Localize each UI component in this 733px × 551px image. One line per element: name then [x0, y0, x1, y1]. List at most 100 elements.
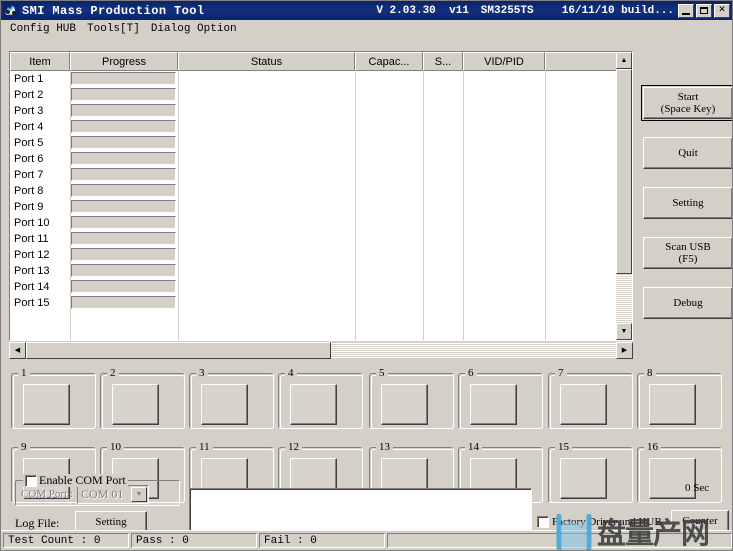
cell-item: Port 15 [14, 297, 50, 309]
port-slot-indicator[interactable] [23, 384, 70, 425]
column-header-item[interactable]: Item [10, 52, 70, 71]
cell-item: Port 3 [14, 105, 44, 117]
debug-button[interactable]: Debug [643, 287, 732, 319]
list-vertical-scrollbar[interactable]: ▲ ▼ [616, 52, 632, 340]
column-header-blank[interactable] [545, 52, 617, 71]
factory-driver-row[interactable]: Factory Driver and HUB [537, 516, 662, 528]
cell-item: Port 4 [14, 121, 44, 133]
port-slot-3: 3 [189, 367, 274, 429]
status-test-count: Test Count : 0 [3, 533, 129, 548]
start-button[interactable]: Start (Space Key) [641, 85, 732, 121]
setting-button-label: Setting [672, 197, 704, 209]
column-header-status[interactable]: Status [178, 52, 355, 71]
port-slot-indicator[interactable] [560, 458, 607, 499]
table-row[interactable]: Port 10 [10, 215, 617, 231]
table-row[interactable]: Port 13 [10, 263, 617, 279]
table-row[interactable]: Port 15 [10, 295, 617, 311]
port-slot-15: 15 [548, 441, 633, 503]
port-list-view[interactable]: Item Progress Status Capac... S... VID/PID Po… [9, 51, 633, 341]
close-icon[interactable]: ✕ [714, 3, 730, 18]
horizontal-scrollbar-thumb[interactable] [26, 342, 331, 359]
enable-com-port-row[interactable]: Enable COM Port [23, 473, 128, 487]
menu-item-tools-label: Tools[T] [87, 23, 140, 35]
table-row[interactable]: Port 6 [10, 151, 617, 167]
chevron-down-icon[interactable]: ▼ [131, 487, 147, 502]
window-build-date: 16/11/10 build [561, 4, 655, 17]
port-slot-indicator[interactable] [290, 384, 337, 425]
cell-progress [70, 247, 178, 263]
column-header-progress[interactable]: Progress [70, 52, 178, 71]
column-header-capac[interactable]: Capac... [355, 52, 423, 71]
log-file-setting-button-label: Setting [95, 515, 127, 528]
port-slot-indicator[interactable] [649, 384, 696, 425]
port-slot-16: 16 [637, 441, 722, 503]
maximize-button[interactable] [696, 3, 712, 18]
counter-button[interactable]: Counter [671, 510, 729, 532]
table-row[interactable]: Port 1 [10, 71, 617, 87]
port-slot-label: 2 [107, 367, 119, 379]
vertical-scrollbar-thumb[interactable] [616, 69, 632, 274]
enable-com-port-checkbox[interactable] [25, 474, 37, 487]
table-row[interactable]: Port 5 [10, 135, 617, 151]
cell-item: Port 12 [14, 249, 50, 261]
menu-item-tools[interactable]: Tools[T] [83, 22, 147, 36]
table-row[interactable]: Port 8 [10, 183, 617, 199]
quit-button[interactable]: Quit [643, 137, 732, 169]
table-row[interactable]: Port 4 [10, 119, 617, 135]
port-slot-indicator[interactable] [201, 384, 248, 425]
scroll-up-icon[interactable]: ▲ [616, 52, 632, 69]
list-horizontal-scrollbar[interactable]: ◀ ▶ [9, 342, 633, 359]
main-surface: Item Progress Status Capac... S... VID/PID Po… [1, 38, 732, 550]
scan-usb-button[interactable]: Scan USB (F5) [643, 237, 732, 269]
scroll-left-icon[interactable]: ◀ [9, 342, 26, 359]
title-overflow-dots: ... [654, 4, 674, 17]
port-slot-indicator[interactable] [112, 384, 159, 425]
port-slot-indicator[interactable] [470, 384, 517, 425]
grid-line [70, 71, 71, 340]
progress-bar [71, 120, 176, 133]
port-slot-label: 3 [196, 367, 208, 379]
cell-status [178, 263, 617, 279]
cell-progress [70, 183, 178, 199]
port-slot-indicator[interactable] [560, 384, 607, 425]
table-row[interactable]: Port 12 [10, 247, 617, 263]
cell-status [178, 71, 617, 87]
cell-status [178, 247, 617, 263]
progress-bar [71, 184, 176, 197]
port-list-rows[interactable]: Port 1 Port 2 Port 3 Port 4 Port 5 Port 6 Port… [10, 71, 617, 340]
grid-line [545, 71, 546, 340]
scroll-down-icon[interactable]: ▼ [616, 323, 632, 340]
column-header-vid-pid[interactable]: VID/PID [463, 52, 545, 71]
table-row[interactable]: Port 2 [10, 87, 617, 103]
port-slot-indicator[interactable] [381, 384, 428, 425]
cell-item: Port 7 [14, 169, 44, 181]
log-file-setting-button[interactable]: Setting [75, 511, 147, 532]
title-bar[interactable]: SMI Mass Production Tool V 2.03.30 v11 S… [1, 1, 732, 20]
minimize-button[interactable] [678, 3, 694, 18]
port-list-inner: Item Progress Status Capac... S... VID/PID Po… [10, 52, 632, 340]
scroll-right-icon[interactable]: ▶ [616, 342, 633, 359]
table-row[interactable]: Port 7 [10, 167, 617, 183]
status-bar: Test Count : 0 Pass : 0 Fail : 0 [1, 530, 732, 550]
table-row[interactable]: Port 11 [10, 231, 617, 247]
port-slot-label: 5 [376, 367, 388, 379]
menu-bar: Config HUB Tools[T] Dialog Option [1, 20, 732, 38]
port-slot-label: 12 [285, 441, 302, 453]
setting-button[interactable]: Setting [643, 187, 732, 219]
table-row[interactable]: Port 3 [10, 103, 617, 119]
menu-item-dialog-option[interactable]: Dialog Option [147, 22, 244, 36]
progress-bar [71, 88, 176, 101]
factory-driver-checkbox[interactable] [537, 516, 549, 528]
cell-progress [70, 279, 178, 295]
log-output-textarea[interactable] [189, 488, 532, 532]
cell-item: Port 9 [14, 201, 44, 213]
status-fail-count: Fail : 0 [259, 533, 385, 548]
cell-status [178, 199, 617, 215]
window-build-rev: v11 [449, 4, 469, 17]
menu-item-config-hub[interactable]: Config HUB [6, 22, 83, 36]
table-row[interactable]: Port 14 [10, 279, 617, 295]
table-row[interactable]: Port 9 [10, 199, 617, 215]
start-button-sublabel: (Space Key) [660, 103, 716, 115]
smi-mass-production-tool-window: SMI Mass Production Tool V 2.03.30 v11 S… [0, 0, 733, 551]
column-header-s[interactable]: S... [423, 52, 463, 71]
